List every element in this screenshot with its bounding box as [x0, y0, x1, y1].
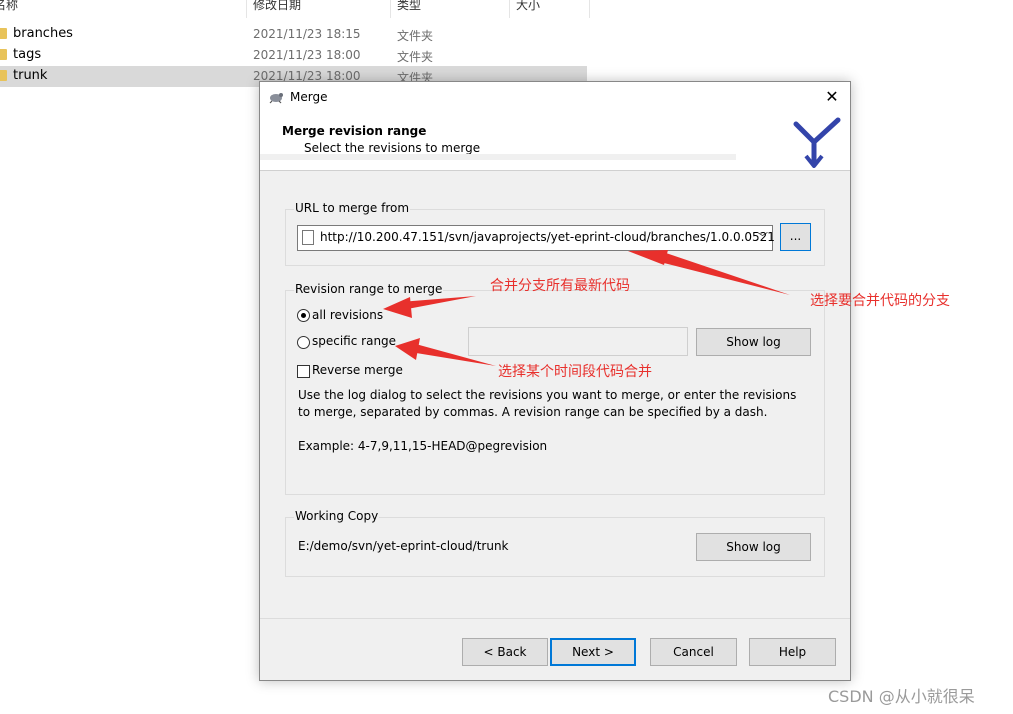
arrow-select-branch: [660, 252, 790, 295]
arrowhead-select-branch: [628, 250, 668, 265]
watermark: CSDN @从小就很呆: [828, 687, 975, 706]
annotation-merge-all: 合并分支所有最新代码: [490, 278, 630, 294]
annotation-select-branch: 选择要合并代码的分支: [810, 293, 950, 309]
arrow-merge-all: [400, 296, 476, 310]
annotation-select-range: 选择某个时间段代码合并: [498, 364, 652, 380]
arrowhead-merge-all: [383, 297, 412, 318]
arrowhead-select-range: [395, 338, 420, 360]
arrow-select-range: [410, 343, 496, 366]
annotation-arrows: [383, 250, 790, 366]
